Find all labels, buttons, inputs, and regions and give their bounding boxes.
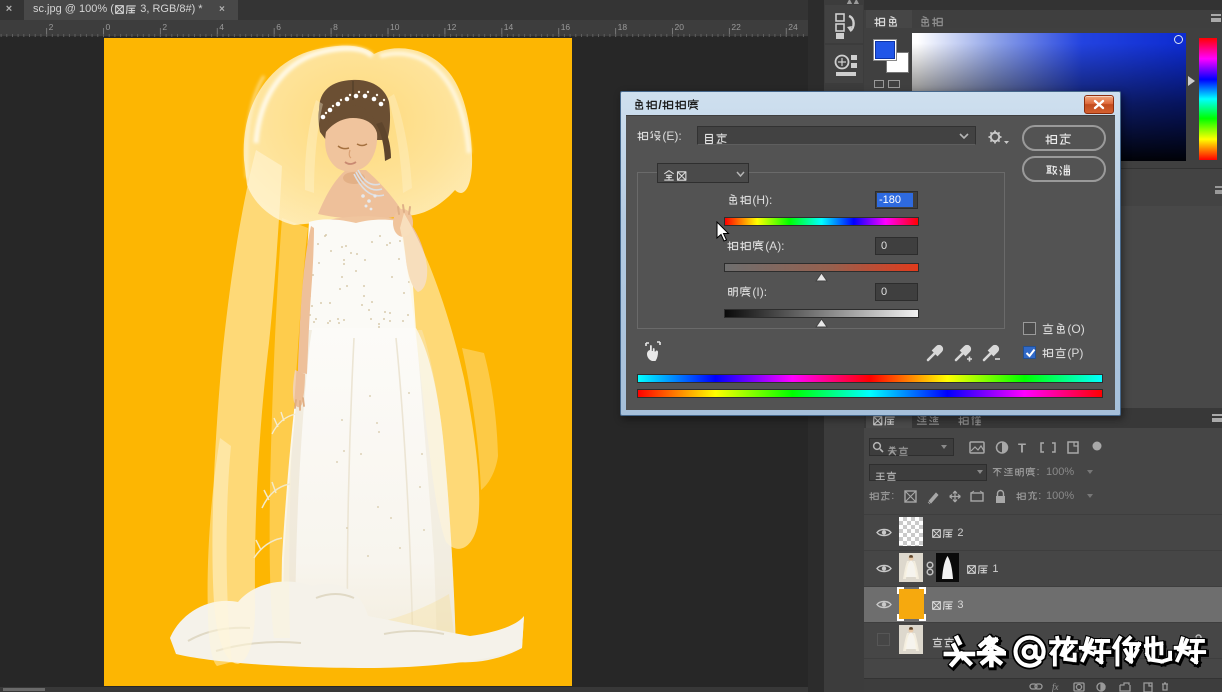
svg-text:8: 8 — [333, 22, 338, 32]
svg-text:2: 2 — [162, 22, 167, 32]
svg-text:6: 6 — [276, 22, 281, 32]
svg-text:2: 2 — [49, 22, 54, 32]
svg-text:10: 10 — [390, 22, 400, 32]
svg-text:fx: fx — [1052, 682, 1059, 692]
svg-text:14: 14 — [504, 22, 514, 32]
svg-text:T: T — [1018, 441, 1026, 456]
svg-text:0: 0 — [106, 22, 111, 32]
svg-text:16: 16 — [561, 22, 571, 32]
svg-text:20: 20 — [675, 22, 685, 32]
svg-text:12: 12 — [447, 22, 457, 32]
svg-text:24: 24 — [788, 22, 798, 32]
svg-text:18: 18 — [618, 22, 628, 32]
svg-text:22: 22 — [731, 22, 741, 32]
svg-text:4: 4 — [219, 22, 224, 32]
